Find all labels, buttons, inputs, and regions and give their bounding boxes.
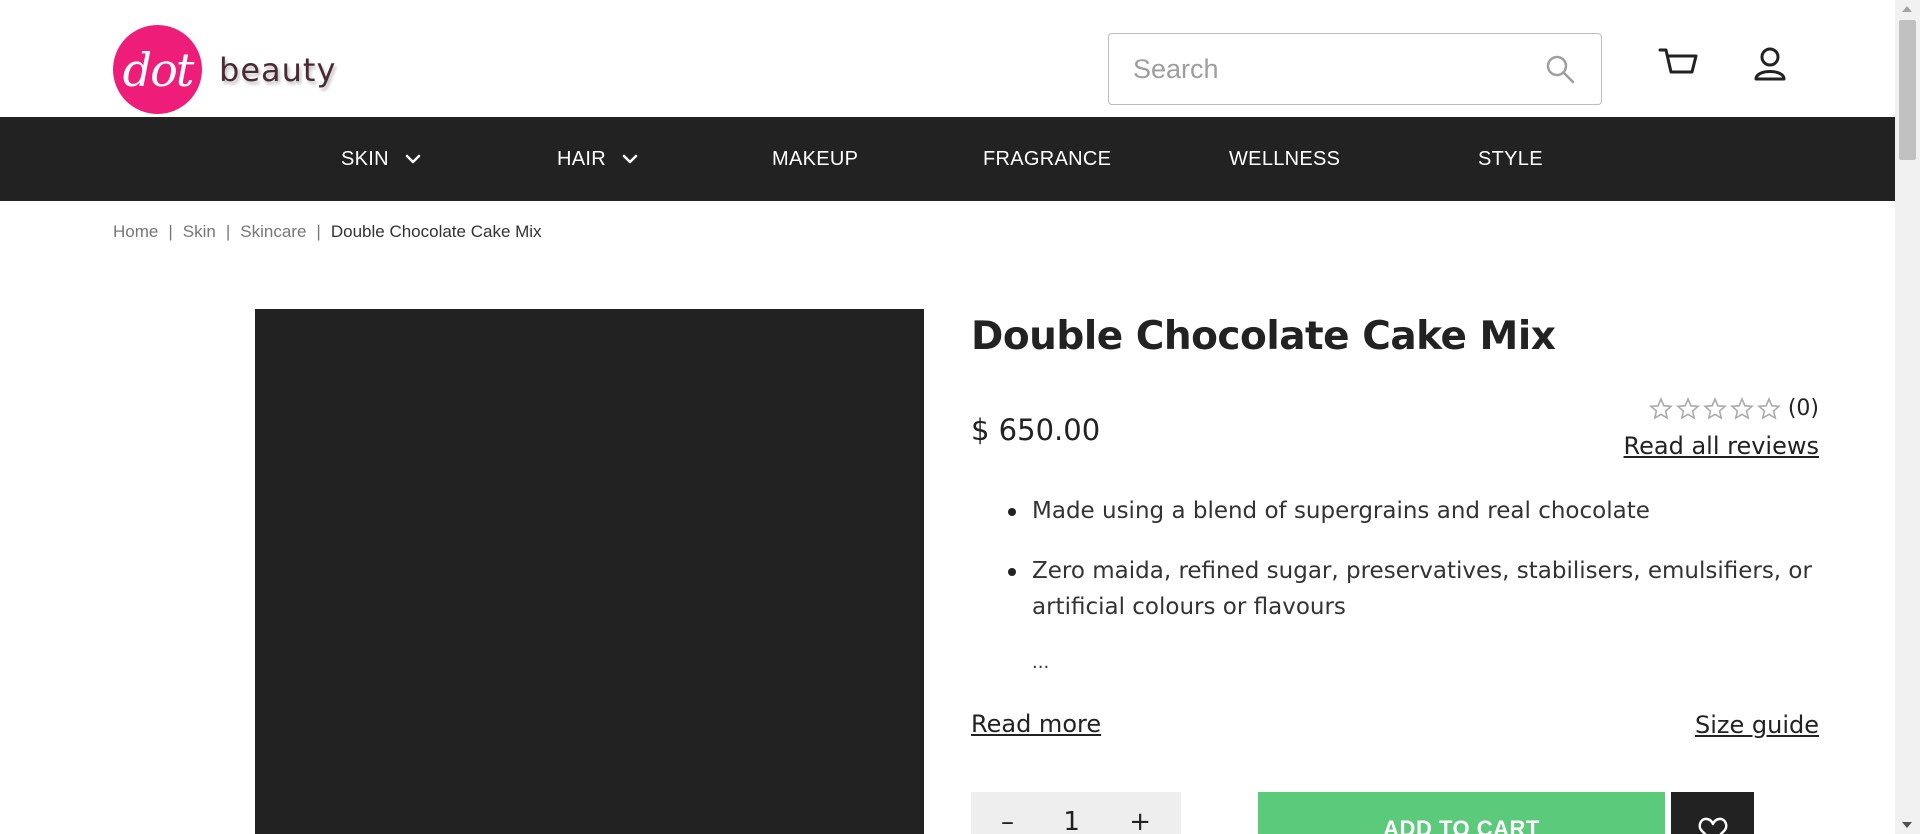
scroll-down-arrow-icon[interactable] [1902, 822, 1912, 828]
quantity-stepper: – 1 + [971, 792, 1181, 834]
read-more-link[interactable]: Read more [971, 710, 1101, 738]
breadcrumb-skincare[interactable]: Skincare [240, 222, 306, 242]
vertical-scrollbar[interactable] [1895, 0, 1920, 834]
list-item: Made using a blend of supergrains and re… [1008, 493, 1812, 529]
read-all-reviews-link[interactable]: Read all reviews [1624, 432, 1819, 460]
nav-item-wellness[interactable]: WELLNESS [1229, 117, 1340, 201]
wishlist-button[interactable] [1671, 792, 1754, 834]
qty-increment-button[interactable]: + [1129, 807, 1151, 834]
breadcrumb: Home | Skin | Skincare | Double Chocolat… [113, 222, 542, 242]
review-count: (0) [1787, 396, 1819, 421]
nav-item-style[interactable]: STYLE [1478, 117, 1543, 201]
cart-icon[interactable] [1658, 46, 1698, 82]
star-empty-icon [1702, 396, 1727, 420]
nav-item-label: STYLE [1478, 147, 1543, 170]
star-empty-icon [1675, 396, 1700, 420]
list-item: Zero maida, refined sugar, preservatives… [1008, 553, 1812, 625]
heart-icon [1698, 817, 1727, 834]
star-empty-icon [1756, 396, 1781, 420]
nav-item-makeup[interactable]: MAKEUP [772, 117, 858, 201]
user-icon[interactable] [1752, 46, 1788, 82]
chevron-down-icon [622, 154, 638, 164]
product-rating: (0) [1648, 396, 1819, 421]
brand-name: beauty [219, 50, 337, 89]
qty-value[interactable]: 1 [1063, 807, 1080, 834]
nav-item-label: SKIN [341, 147, 389, 170]
nav-item-label: MAKEUP [772, 147, 859, 170]
star-empty-icon [1729, 396, 1754, 420]
breadcrumb-home[interactable]: Home [113, 222, 158, 242]
nav-item-fragrance[interactable]: FRAGRANCE [983, 117, 1111, 201]
product-price: $ 650.00 [971, 413, 1101, 447]
breadcrumb-separator: | [316, 222, 321, 241]
breadcrumb-separator: | [225, 222, 231, 241]
nav-item-label: FRAGRANCE [983, 147, 1112, 170]
product-title: Double Chocolate Cake Mix [971, 314, 1556, 359]
add-to-cart-button[interactable]: ADD TO CART [1258, 792, 1665, 834]
search-input[interactable] [1109, 34, 1545, 104]
scroll-up-arrow-icon[interactable] [1902, 6, 1912, 12]
chevron-down-icon [405, 154, 421, 164]
search-icon[interactable] [1545, 54, 1575, 84]
product-image[interactable] [255, 309, 924, 834]
logo-circle: dot [113, 25, 202, 114]
nav-item-hair[interactable]: HAIR [557, 117, 638, 201]
product-highlights: Made using a blend of supergrains and re… [1008, 493, 1812, 649]
size-guide-link[interactable]: Size guide [1695, 711, 1819, 739]
breadcrumb-current: Double Chocolate Cake Mix [330, 222, 542, 241]
brand-logo[interactable]: dot beauty [113, 25, 336, 114]
nav-item-skin[interactable]: SKIN [341, 117, 421, 201]
search-box [1108, 33, 1602, 105]
scrollbar-thumb[interactable] [1899, 20, 1916, 160]
rating-stars [1648, 396, 1781, 421]
site-header: dot beauty [0, 0, 1895, 117]
breadcrumb-skin[interactable]: Skin [183, 222, 216, 242]
qty-decrement-button[interactable]: – [1001, 807, 1014, 834]
logo-text: dot [122, 42, 195, 97]
description-ellipsis: ... [1032, 652, 1050, 673]
nav-item-label: WELLNESS [1229, 147, 1341, 170]
breadcrumb-separator: | [168, 222, 173, 241]
star-empty-icon [1648, 396, 1673, 420]
nav-item-label: HAIR [557, 147, 606, 170]
main-nav: SKIN HAIR MAKEUP FRAGRANCE WELLNESS STYL… [0, 117, 1895, 201]
